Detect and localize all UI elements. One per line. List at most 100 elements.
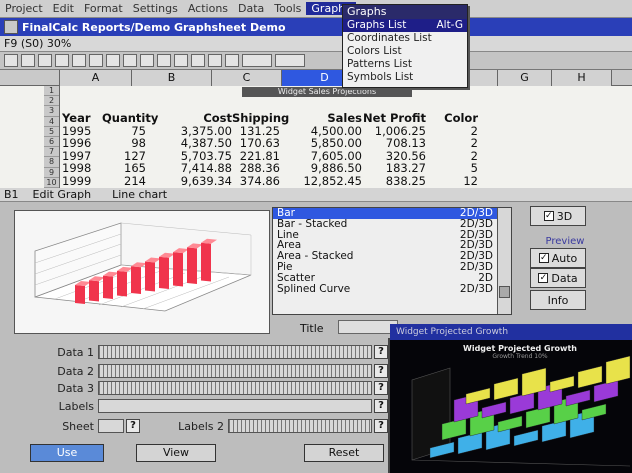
reset-button[interactable]: Reset	[304, 444, 384, 462]
data1-field[interactable]	[98, 345, 372, 359]
row-header[interactable]: 7	[44, 147, 59, 158]
sheet-cell[interactable]: 1998	[62, 162, 102, 175]
toolbar-button[interactable]	[242, 54, 272, 67]
column-header-h[interactable]: H	[552, 70, 612, 86]
sheet-cell[interactable]: 2	[426, 137, 478, 150]
menu-settings[interactable]: Settings	[128, 2, 183, 15]
overlay-title-bar[interactable]: Widget Projected Growth	[390, 324, 632, 340]
sheet-cell[interactable]: 12	[426, 174, 478, 188]
window-control-box[interactable]	[4, 20, 18, 34]
toolbar-button[interactable]	[140, 54, 154, 67]
labels-field[interactable]	[98, 399, 372, 413]
sheet-cell[interactable]: 9,639.34	[146, 174, 232, 188]
column-header-c[interactable]: C	[212, 70, 282, 86]
graphs-menu-item[interactable]: Graphs List Alt-G	[343, 19, 467, 32]
menu-tools[interactable]: Tools	[269, 2, 306, 15]
sheet-cell[interactable]: 838.25	[362, 174, 426, 188]
row-header[interactable]: 5	[44, 127, 59, 137]
title-input[interactable]	[338, 320, 398, 334]
sheet-cell[interactable]: 5	[426, 162, 478, 175]
select-all-corner[interactable]	[0, 70, 60, 85]
sheet-cell[interactable]: 1996	[62, 137, 102, 150]
data1-help-button[interactable]: ?	[374, 345, 388, 359]
column-header-a[interactable]: A	[60, 70, 132, 86]
graphs-menu-item[interactable]: Symbols List	[343, 71, 467, 84]
toolbar-button[interactable]	[38, 54, 52, 67]
labels2-field[interactable]	[228, 419, 372, 433]
menu-edit[interactable]: Edit	[48, 2, 79, 15]
threed-toggle[interactable]: ✓ 3D	[530, 206, 586, 226]
graphs-menu-item[interactable]: Colors List	[343, 45, 467, 58]
info-button[interactable]: Info	[530, 290, 586, 310]
toolbar-button[interactable]	[174, 54, 188, 67]
menu-data[interactable]: Data	[233, 2, 269, 15]
toolbar-button[interactable]	[106, 54, 120, 67]
sheet-cell[interactable]: 165	[102, 162, 146, 175]
graphs-menu-item[interactable]: Patterns List	[343, 58, 467, 71]
scroll-thumb[interactable]	[499, 286, 510, 298]
sheet-cell[interactable]: 5,850.00	[280, 137, 362, 150]
toolbar-button[interactable]	[21, 54, 35, 67]
sheet-header-cell[interactable]: Year	[62, 112, 102, 125]
projected-growth-window[interactable]: Widget Projected Growth Widget Projected…	[388, 324, 632, 473]
toolbar-button[interactable]	[55, 54, 69, 67]
graphs-menu-item[interactable]: Coordinates List	[343, 32, 467, 45]
sheet-cell[interactable]: 9,886.50	[280, 162, 362, 175]
toolbar-button[interactable]	[72, 54, 86, 67]
row-header[interactable]: 3	[44, 106, 59, 117]
graph-type-item[interactable]: Bar - Stacked 2D/3D	[273, 218, 497, 230]
row-header[interactable]: 6	[44, 137, 59, 148]
data3-field[interactable]	[98, 381, 372, 395]
sheet-cell[interactable]: 12,852.45	[280, 174, 362, 188]
sheet-cell[interactable]: 708.13	[362, 137, 426, 150]
menu-actions[interactable]: Actions	[183, 2, 233, 15]
sheet-cell[interactable]: 1999	[62, 174, 102, 188]
sheet-cell[interactable]: 374.86	[232, 174, 280, 188]
sheet-cell[interactable]: 7,414.88	[146, 162, 232, 175]
graphs-menu-header[interactable]: Graphs	[343, 5, 467, 19]
sheet-help-button[interactable]: ?	[126, 419, 140, 433]
sheet-field[interactable]	[98, 419, 124, 433]
sheet-cell[interactable]: 170.63	[232, 137, 280, 150]
spreadsheet-grid[interactable]: 1 2 3 4 5 6 7 8 9 10 Widget Sales Projections Yea…	[0, 86, 632, 188]
data2-help-button[interactable]: ?	[374, 364, 388, 378]
sheet-header-cell[interactable]: Cost	[146, 112, 232, 125]
sheet-header-cell[interactable]: Shipping	[232, 112, 289, 125]
data-toggle[interactable]: ✓ Data	[530, 268, 586, 288]
sheet-header-cell[interactable]: Quantity	[102, 112, 158, 125]
sheet-cell[interactable]: 98	[102, 137, 146, 150]
data2-field[interactable]	[98, 364, 372, 378]
toolbar-button[interactable]	[208, 54, 222, 67]
labels2-help-button[interactable]: ?	[374, 419, 388, 433]
auto-toggle[interactable]: ✓ Auto	[530, 248, 586, 268]
toolbar-button[interactable]	[191, 54, 205, 67]
graph-type-item[interactable]: Scatter 2D	[273, 272, 497, 284]
menu-format[interactable]: Format	[79, 2, 128, 15]
window-title-bar[interactable]: FinalCalc Reports/Demo Graphsheet Demo	[0, 18, 632, 36]
toolbar-button[interactable]	[225, 54, 239, 67]
sheet-header-cell[interactable]: Net Profit	[362, 112, 426, 125]
use-button[interactable]: Use	[30, 444, 104, 462]
sheet-header-cell[interactable]: Color	[426, 112, 478, 125]
row-header[interactable]: 4	[44, 117, 59, 127]
toolbar-button[interactable]	[89, 54, 103, 67]
menu-project[interactable]: Project	[0, 2, 48, 15]
sheet-cell[interactable]: 4,387.50	[146, 137, 232, 150]
row-header[interactable]: 2	[44, 96, 59, 107]
row-header[interactable]: 8	[44, 157, 59, 168]
column-header-g[interactable]: G	[498, 70, 552, 86]
view-button[interactable]: View	[136, 444, 216, 462]
toolbar-button[interactable]	[4, 54, 18, 67]
row-header[interactable]: 9	[44, 168, 59, 178]
sheet-header-cell[interactable]: Sales	[280, 112, 362, 125]
toolbar-button[interactable]	[123, 54, 137, 67]
labels-help-button[interactable]: ?	[374, 399, 388, 413]
row-header[interactable]: 1	[44, 86, 59, 97]
cell-reference-bar[interactable]: F9 (S0) 30%	[0, 36, 632, 52]
row-header[interactable]: 10	[44, 178, 59, 188]
sheet-cell[interactable]: 214	[102, 174, 146, 188]
cell-area[interactable]: Widget Sales Projections Year Quantity Cos…	[62, 86, 632, 188]
toolbar-button[interactable]	[275, 54, 305, 67]
column-header-b[interactable]: B	[132, 70, 212, 86]
data3-help-button[interactable]: ?	[374, 381, 388, 395]
